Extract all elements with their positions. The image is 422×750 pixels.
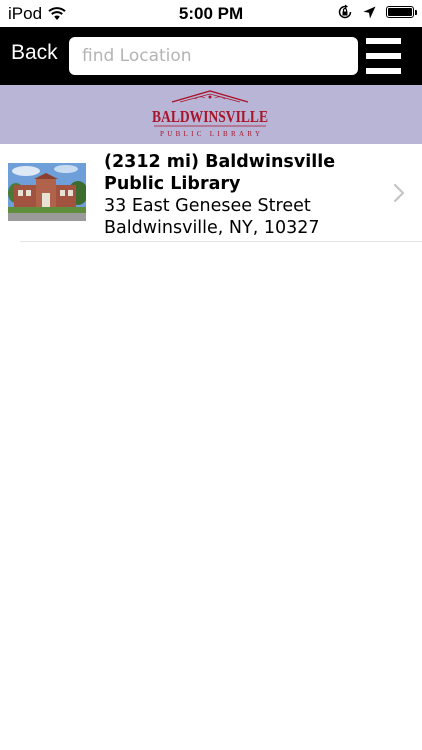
app-screen: iPod 5:00 PM Back find Location BALDWINS… <box>0 0 422 750</box>
status-right <box>337 4 417 20</box>
location-title-line1: (2312 mi) Baldwinsville <box>104 152 336 172</box>
library-logo: BALDWINSVILLE PUBLIC LIBRARY <box>152 90 268 138</box>
location-text: (2312 mi) Baldwinsville Public Library 3… <box>104 151 374 239</box>
list-separator <box>20 241 422 242</box>
search-input[interactable] <box>69 37 358 75</box>
svg-text:PUBLIC LIBRARY: PUBLIC LIBRARY <box>160 130 260 138</box>
back-button[interactable]: Back <box>11 41 58 65</box>
orientation-lock-icon <box>338 4 352 19</box>
library-thumbnail-image <box>8 163 86 221</box>
location-address-line2: Baldwinsville, NY, 10327 <box>104 218 320 238</box>
chevron-right-icon <box>393 183 405 203</box>
svg-text:BALDWINSVILLE: BALDWINSVILLE <box>152 107 268 126</box>
location-title-line2: Public Library <box>104 174 241 194</box>
status-bar: iPod 5:00 PM <box>0 0 422 27</box>
location-arrow-icon <box>363 6 376 18</box>
battery-icon <box>386 6 417 18</box>
location-list-item[interactable]: (2312 mi) Baldwinsville Public Library 3… <box>0 144 422 241</box>
location-address-line1: 33 East Genesee Street <box>104 196 311 216</box>
nav-bar: Back <box>0 27 422 85</box>
hamburger-menu-icon[interactable] <box>366 38 401 74</box>
library-banner: BALDWINSVILLE PUBLIC LIBRARY <box>0 85 422 144</box>
